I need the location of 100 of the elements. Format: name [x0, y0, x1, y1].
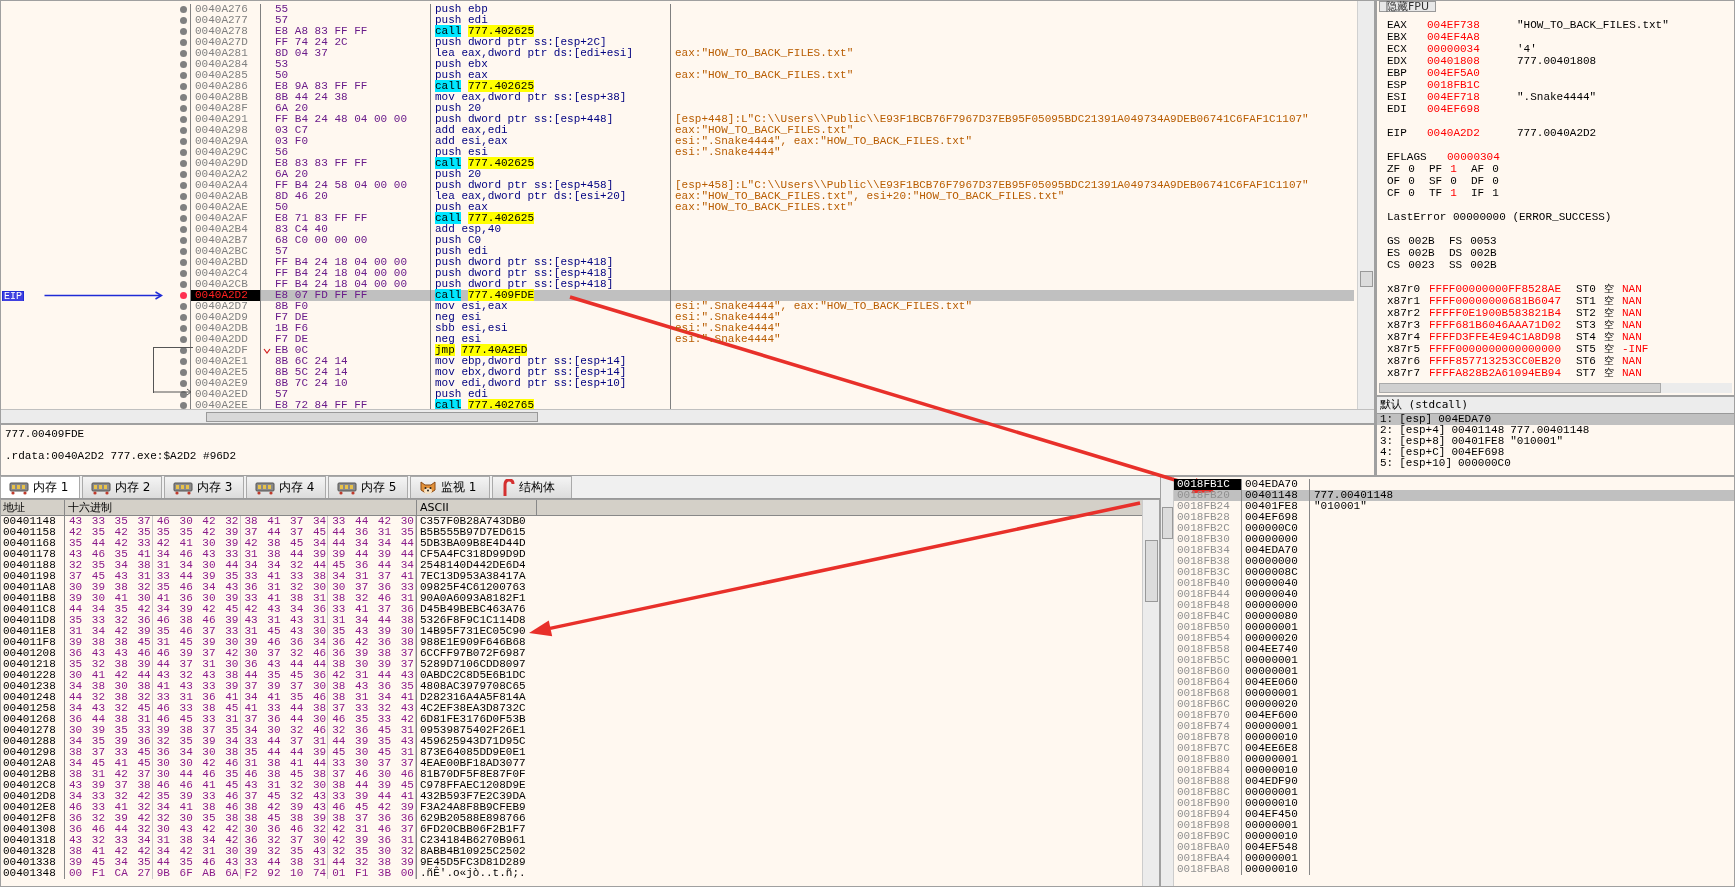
- column-header[interactable]: 地址: [1, 500, 65, 515]
- breakpoint-dot[interactable]: [180, 6, 187, 13]
- tab[interactable]: 内存 5: [328, 476, 408, 498]
- fpu-register-value[interactable]: FFFF857713253CC0EB20: [1429, 355, 1576, 367]
- segment-value[interactable]: 002B: [1470, 247, 1497, 259]
- register-value[interactable]: 00401808: [1427, 55, 1517, 67]
- breakpoint-dot[interactable]: [180, 402, 187, 409]
- segment-value[interactable]: 002B: [1408, 247, 1435, 259]
- breakpoint-dot[interactable]: [180, 226, 187, 233]
- breakpoint-dot[interactable]: [180, 72, 187, 79]
- breakpoint-dot[interactable]: [180, 303, 187, 310]
- flag-value[interactable]: 1: [1450, 163, 1457, 175]
- call-stack-row[interactable]: 5: [esp+10] 000000C0: [1377, 458, 1734, 469]
- column-header[interactable]: ASCII: [417, 500, 537, 515]
- comment-cell: esi:".Snake4444": [675, 322, 781, 334]
- breakpoint-dot[interactable]: [180, 149, 187, 156]
- segment-value[interactable]: 002B: [1470, 259, 1497, 271]
- breakpoint-dot[interactable]: [180, 204, 187, 211]
- breakpoint-dot[interactable]: [180, 138, 187, 145]
- flag-value[interactable]: 1: [1450, 187, 1457, 199]
- hex-bytes-cell: 38 42 39 43: [240, 802, 329, 813]
- hex-bytes-cell: 46 38 45 38: [240, 769, 329, 780]
- fpu-register-value[interactable]: FFFFA828B2A61094EB94: [1429, 367, 1576, 379]
- breakpoint-dot[interactable]: [180, 61, 187, 68]
- instruction-cell: mov ebx,dword ptr ss:[esp+14]: [431, 367, 671, 378]
- breakpoint-dot[interactable]: [180, 182, 187, 189]
- breakpoint-dot[interactable]: [180, 292, 187, 299]
- register-value[interactable]: 004EF718: [1427, 91, 1517, 103]
- flag-value[interactable]: 0: [1450, 175, 1457, 187]
- scrollbar[interactable]: [1142, 500, 1159, 886]
- calling-convention-label[interactable]: 默认 (stdcall): [1377, 397, 1734, 414]
- register-value[interactable]: 00000034: [1427, 43, 1517, 55]
- tab[interactable]: 内存 3: [164, 476, 244, 498]
- fpu-register-value[interactable]: FFFFF0E1900B583821B4: [1429, 307, 1576, 319]
- flag-value[interactable]: 0: [1408, 175, 1415, 187]
- breakpoint-dot[interactable]: [180, 193, 187, 200]
- breakpoint-dot[interactable]: [180, 237, 187, 244]
- fpu-register-value[interactable]: FFFF0000000000000000: [1429, 343, 1576, 355]
- breakpoint-dot[interactable]: [180, 380, 187, 387]
- breakpoint-dot[interactable]: [180, 358, 187, 365]
- column-header[interactable]: 十六进制: [65, 500, 417, 515]
- breakpoint-dot[interactable]: [180, 105, 187, 112]
- register-value[interactable]: 004EF738: [1427, 19, 1517, 31]
- breakpoint-dot[interactable]: [180, 83, 187, 90]
- tab[interactable]: 内存 1: [0, 476, 80, 498]
- flag-value[interactable]: 0: [1492, 163, 1499, 175]
- segment-value[interactable]: 002B: [1408, 235, 1435, 247]
- breakpoint-dot[interactable]: [180, 116, 187, 123]
- breakpoint-dot[interactable]: [180, 347, 187, 354]
- breakpoint-dot[interactable]: [180, 391, 187, 398]
- register-value[interactable]: 00000304: [1447, 151, 1537, 163]
- hex-bytes-cell: 31 45 39 30: [152, 637, 241, 648]
- breakpoint-dot[interactable]: [180, 127, 187, 134]
- breakpoint-dot[interactable]: [180, 50, 187, 57]
- tab[interactable]: 内存 4: [246, 476, 326, 498]
- breakpoint-dot[interactable]: [180, 336, 187, 343]
- register-value[interactable]: 0040A2D2: [1427, 127, 1517, 139]
- fpu-register-value[interactable]: FFFFD3FFE4E94C1A8D98: [1429, 331, 1576, 343]
- fpu-register-value[interactable]: FFFF00000000FF8528AE: [1429, 283, 1576, 295]
- register-value[interactable]: 004EF4A8: [1427, 31, 1517, 43]
- segment-value[interactable]: 0023: [1408, 259, 1435, 271]
- call-stack-row[interactable]: 4: [esp+C] 004EF698: [1377, 447, 1734, 458]
- flag-value[interactable]: 0: [1492, 175, 1499, 187]
- breakpoint-dot[interactable]: [180, 248, 187, 255]
- segment-value[interactable]: 0053: [1470, 235, 1497, 247]
- call-stack-row[interactable]: 3: [esp+8] 00401FE8 "010001": [1377, 436, 1734, 447]
- hex-bytes-cell: 42 41 30 39: [152, 538, 241, 549]
- breakpoint-dot[interactable]: [180, 28, 187, 35]
- register-value[interactable]: 004EF698: [1427, 103, 1517, 115]
- breakpoint-dot[interactable]: [180, 17, 187, 24]
- scrollbar[interactable]: [1, 409, 1374, 423]
- scrollbar[interactable]: [1357, 1, 1374, 409]
- scrollbar[interactable]: [1161, 477, 1174, 886]
- call-stack-row[interactable]: 2: [esp+4] 00401148 777.00401148: [1377, 425, 1734, 436]
- instruction-cell: mov eax,dword ptr ss:[esp+38]: [431, 92, 671, 103]
- scrollbar[interactable]: [1379, 383, 1732, 393]
- fpu-register-value[interactable]: FFFF00000000681B6047: [1429, 295, 1576, 307]
- tab[interactable]: 监视 1: [410, 476, 490, 498]
- tab[interactable]: 内存 2: [82, 476, 162, 498]
- breakpoint-dot[interactable]: [180, 314, 187, 321]
- breakpoint-dot[interactable]: [180, 171, 187, 178]
- breakpoint-dot[interactable]: [180, 270, 187, 277]
- breakpoint-dot[interactable]: [180, 215, 187, 222]
- breakpoint-dot[interactable]: [180, 39, 187, 46]
- breakpoint-dot[interactable]: [180, 94, 187, 101]
- breakpoint-dot[interactable]: [180, 160, 187, 167]
- flag-value[interactable]: 0: [1408, 163, 1415, 175]
- breakpoint-dot[interactable]: [180, 259, 187, 266]
- breakpoint-dot[interactable]: [180, 325, 187, 332]
- address-cell: 00401178: [1, 549, 65, 560]
- call-stack-row[interactable]: 1: [esp] 004EDA70: [1377, 414, 1734, 425]
- flag-value[interactable]: 0: [1408, 187, 1415, 199]
- fpu-register-value[interactable]: FFFF681B6046AAA71D02: [1429, 319, 1576, 331]
- flag-value[interactable]: 1: [1492, 187, 1499, 199]
- breakpoint-dot[interactable]: [180, 369, 187, 376]
- hide-fpu-button[interactable]: 隐藏FPU: [1379, 1, 1436, 12]
- register-value[interactable]: 0018FB1C: [1427, 79, 1517, 91]
- tab[interactable]: 结构体: [492, 476, 572, 498]
- register-value[interactable]: 004EF5A0: [1427, 67, 1517, 79]
- breakpoint-dot[interactable]: [180, 281, 187, 288]
